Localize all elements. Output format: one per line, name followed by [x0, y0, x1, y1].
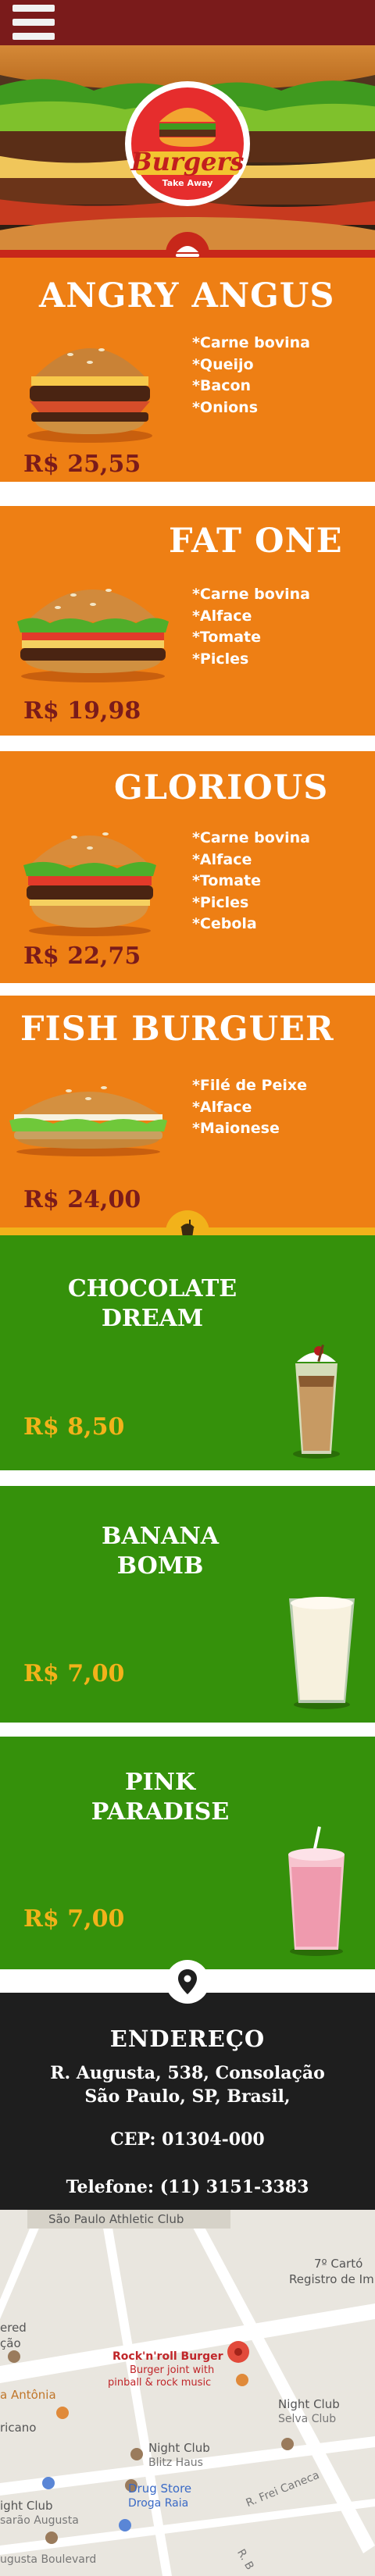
drink-price: R$ 7,00 — [23, 1905, 125, 1933]
burger-price: R$ 19,98 — [23, 697, 141, 725]
map-label-selva-club: Selva Club — [278, 2413, 337, 2425]
address-phone[interactable]: Telefone: (11) 3151-3383 — [0, 2177, 375, 2197]
map-label-drug-store: Drug Store — [128, 2482, 192, 2496]
ingredient-list: *Carne bovina *Alface *Tomate *Picles — [192, 584, 310, 670]
ingredient-list: *Carne bovina *Alface *Tomate *Picles *C… — [192, 828, 310, 935]
drink-price: R$ 8,50 — [23, 1413, 125, 1441]
burger-card-glorious: GLORIOUS *Carne bovina *Alface *Tomate *… — [0, 751, 375, 983]
ingredient-item: *Alface — [192, 607, 252, 625]
map-label-ight-club: ight Club — [0, 2499, 53, 2513]
address-heading: ENDEREÇO — [109, 2026, 266, 2052]
ingredient-item: *Onions — [192, 398, 259, 416]
map-label-night-club: Night Club — [278, 2397, 340, 2411]
card-gap — [0, 983, 375, 996]
burger-card-fish-burguer: FISH BURGUER *Filé de Peixe *Alface *Mai… — [0, 996, 375, 1227]
ingredient-item: *Tomate — [192, 629, 262, 646]
angry-angus-burger-image — [27, 348, 152, 443]
map-place-desc: pinball & rock music — [108, 2377, 212, 2389]
address-city: São Paulo, SP, Brasil, — [84, 2086, 291, 2107]
map-label-augusta-boulevard: ugusta Boulevard — [0, 2553, 97, 2566]
ingredient-item: *Cebola — [192, 915, 257, 932]
map-label-ered: ered — [0, 2321, 27, 2335]
drink-name-line: CHOCOLATE — [67, 1275, 238, 1302]
burger-card-angry-angus: ANGRY ANGUS *Carne bovina *Queijo *Bacon… — [0, 258, 375, 482]
card-gap — [0, 482, 375, 506]
drink-name: CHOCOLATE DREAM — [55, 1274, 250, 1334]
burger-price: R$ 25,55 — [23, 451, 141, 478]
hero-banner: Burgers Take Away — [0, 45, 375, 250]
map-label-antonia: a Antônia — [0, 2388, 56, 2402]
burger-name: FISH BURGUER — [20, 1010, 334, 1049]
ingredient-item: *Carne bovina — [192, 334, 310, 351]
burgers-logo: Burgers Take Away — [120, 77, 255, 211]
map-label-registro: Registro de Im — [289, 2272, 374, 2286]
ingredient-list: *Carne bovina *Queijo *Bacon *Onions — [192, 333, 310, 419]
drink-name-line: PINK — [124, 1769, 196, 1796]
glorious-burger-image — [23, 832, 156, 936]
ingredient-list: *Filé de Peixe *Alface *Maionese — [192, 1075, 307, 1140]
map-label-ricano: ricano — [0, 2421, 37, 2435]
ingredient-item: *Carne bovina — [192, 586, 310, 603]
address-cep: CEP: 01304-000 — [110, 2129, 265, 2150]
burger-card-fat-one: FAT ONE *Carne bovina *Alface *Tomate *P… — [0, 506, 375, 736]
drink-name-line: BOMB — [116, 1552, 204, 1580]
burger-name: GLORIOUS — [114, 768, 329, 807]
drink-card-chocolate-dream: CHOCOLATE DREAM R$ 8,50 — [0, 1235, 375, 1470]
drink-name-line: DREAM — [101, 1305, 204, 1332]
location-section-badge — [166, 1960, 209, 2004]
map-place-title[interactable]: Rock'n'roll Burger — [112, 2350, 223, 2363]
ingredient-item: *Alface — [192, 850, 252, 868]
card-gap — [0, 1723, 375, 1737]
ingredient-item: *Queijo — [192, 355, 254, 373]
drink-name-line: PARADISE — [91, 1798, 230, 1826]
fat-one-burger-image — [17, 589, 169, 682]
banana-milkshake-image — [289, 1597, 355, 1709]
chocolate-milkshake-image — [293, 1345, 340, 1459]
address-section: ENDEREÇO R. Augusta, 538, Consolação São… — [0, 1993, 375, 2210]
map-place-desc: Burger joint with — [130, 2364, 215, 2376]
map-label-night-club-blitz: Night Club — [148, 2441, 210, 2455]
logo-title: Burgers — [130, 147, 245, 176]
burger-price: R$ 24,00 — [23, 1186, 141, 1213]
drink-card-pink-paradise: PINK PARADISE R$ 7,00 — [0, 1737, 375, 1969]
map-label-droga-raia: Droga Raia — [128, 2497, 189, 2510]
ingredient-item: *Carne bovina — [192, 829, 310, 846]
hamburger-menu-icon[interactable] — [12, 5, 55, 41]
map-label-cartorio: 7º Cartó — [314, 2257, 363, 2271]
location-map[interactable]: São Paulo Athletic Club 7º Cartó Registr… — [0, 2210, 375, 2576]
address-street: R. Augusta, 538, Consolação — [50, 2063, 325, 2083]
location-pin-icon — [178, 1969, 197, 1994]
card-gap — [0, 736, 375, 751]
drink-name: BANANA BOMB — [55, 1522, 266, 1581]
burger-price: R$ 22,75 — [23, 942, 141, 970]
top-nav-bar — [0, 0, 375, 45]
ingredient-item: *Maionese — [192, 1120, 280, 1137]
logo-tagline: Take Away — [162, 178, 213, 188]
map-label-cao: ção — [0, 2336, 21, 2350]
pink-milkshake-image — [288, 1826, 345, 1956]
drink-name-line: BANANA — [101, 1523, 220, 1550]
ingredient-item: *Picles — [192, 650, 249, 668]
drink-price: R$ 7,00 — [23, 1660, 125, 1687]
ingredient-item: *Bacon — [192, 377, 252, 394]
drink-name: PINK PARADISE — [55, 1768, 266, 1827]
ingredient-item: *Picles — [192, 893, 249, 911]
fish-burguer-image — [9, 1086, 167, 1156]
ingredient-item: *Alface — [192, 1098, 252, 1116]
burger-name: FAT ONE — [169, 522, 343, 561]
burger-name: ANGRY ANGUS — [39, 276, 335, 315]
map-label-sarao: sarão Augusta — [0, 2514, 79, 2527]
card-gap — [0, 1470, 375, 1486]
map-label-blitz-haus: Blitz Haus — [148, 2457, 203, 2469]
ingredient-item: *Tomate — [192, 872, 262, 889]
map-label-athletic-club: São Paulo Athletic Club — [48, 2212, 184, 2226]
drink-card-banana-bomb: BANANA BOMB R$ 7,00 — [0, 1486, 375, 1723]
ingredient-item: *Filé de Peixe — [192, 1077, 308, 1094]
